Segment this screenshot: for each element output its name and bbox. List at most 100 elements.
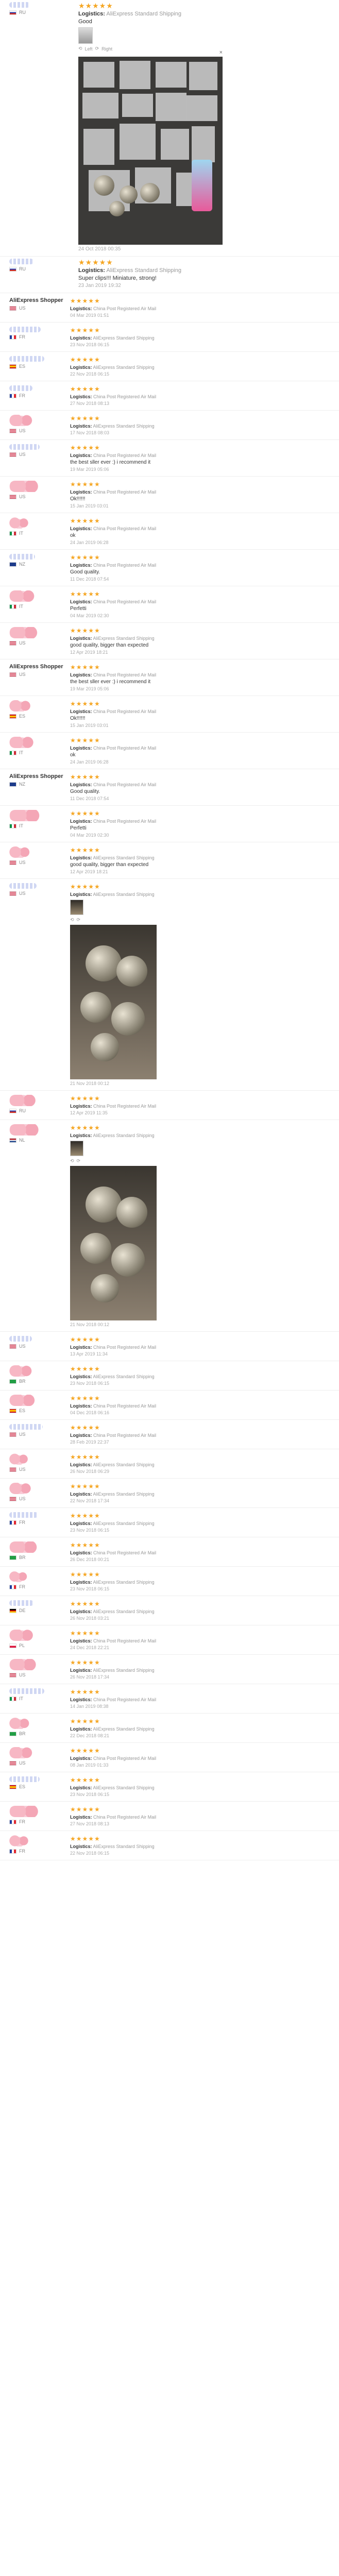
buyer-avatar-blurred [9,810,45,821]
rotate-left-icon[interactable]: ⟲ [78,46,82,52]
logistics-label: Logistics: [70,335,92,341]
jewelry-bag [156,62,187,88]
logistics-label: Logistics: [70,892,92,897]
logistics-label: Logistics: [70,365,92,370]
logistics-line: Logistics: AliExpress Standard Shipping [70,636,327,641]
country-code: US [19,1672,26,1677]
review-photo[interactable]: × [78,49,223,245]
star-rating: ★★★★★ [70,846,100,854]
country-flag-icon [9,1672,16,1677]
logistics-label: Logistics: [70,745,92,751]
buyer-info: FR [9,1571,70,1591]
review-content: ★★★★★ Logistics: China Post Registered Ai… [70,1336,339,1357]
logistics-value: AliExpress Standard Shipping [92,1521,155,1526]
country-flag-icon [9,1819,16,1824]
country-flag-icon [9,562,16,567]
logistics-value: China Post Registered Air Mail [92,1756,157,1761]
star-rating: ★★★★★ [70,1806,100,1813]
review-content: ★★★★★ Logistics: AliExpress Standard Ship… [70,1718,339,1738]
country-code: RU [19,266,26,272]
country-line: US [9,1467,70,1472]
country-flag-icon [9,266,16,272]
buyer-avatar-blurred [9,1095,40,1106]
country-flag-icon [9,1408,16,1413]
rotate-left-label[interactable]: Left [85,46,93,52]
country-code: US [19,891,26,896]
buyer-info: IT [9,737,70,765]
country-code: IT [19,750,23,755]
rotate-right-icon[interactable]: ⟳ [77,917,81,923]
logistics-label: Logistics: [70,1609,92,1614]
star-rating: ★★★★★ [70,554,100,561]
review-item: ES ★★★★★ Logistics: China Post Registered … [0,1391,339,1420]
review-date: 08 Jan 2019 01:33 [70,1762,109,1768]
buyer-info: BR [9,1541,70,1562]
buyer-avatar-blurred [9,1806,43,1817]
star-rating: ★★★★★ [70,1424,100,1431]
country-flag-icon [9,10,16,15]
review-date: 04 Mar 2019 02:30 [70,833,109,838]
review-item: BR ★★★★★ Logistics: AliExpress Standard Sh… [0,1714,339,1743]
logistics-label: Logistics: [70,1433,92,1438]
logistics-value: AliExpress Standard Shipping [92,1668,155,1673]
photo-thumbnail[interactable] [78,27,93,44]
coin-pendant [91,1274,119,1302]
photo-thumbnail[interactable] [70,900,83,915]
review-item: BR ★★★★★ Logistics: China Post Registered … [0,1537,339,1567]
logistics-label: Logistics: [70,1521,92,1526]
buyer-info: FR [9,385,70,406]
country-flag-icon [9,714,16,719]
logistics-line: Logistics: AliExpress Standard Shipping [70,1374,327,1379]
buyer-name: AliExpress Shopper [9,664,63,670]
logistics-label: Logistics: [70,1550,92,1555]
review-date: 23 Nov 2018 06:15 [70,1792,110,1797]
coin-pendant [86,945,122,981]
star-rating: ★★★★★ [78,258,113,266]
review-content: ★★★★★ Logistics: AliExpress Standard Ship… [70,1776,339,1797]
jewelry-bag [187,95,217,121]
close-icon[interactable]: × [219,49,223,56]
review-photo[interactable] [70,925,157,1079]
rotate-left-icon[interactable]: ⟲ [70,917,74,923]
star-rating: ★★★★★ [70,1571,100,1578]
country-code: FR [19,1584,25,1589]
review-item: BR ★★★★★ Logistics: AliExpress Standard Sh… [0,1361,339,1391]
logistics-line: Logistics: China Post Registered Air Mai… [70,1403,327,1409]
coin-pendant [80,992,111,1023]
rotate-right-icon[interactable]: ⟳ [77,1158,81,1164]
review-date: 12 Apr 2019 11:35 [70,1110,108,1115]
buyer-avatar-blurred [9,1747,36,1758]
buyer-avatar-blurred [9,1365,36,1377]
review-photo[interactable] [70,1166,157,1320]
country-code: FR [19,1819,25,1824]
review-content: ★★★★★ Logistics: China Post Registered Ai… [70,810,339,838]
logistics-line: Logistics: AliExpress Standard Shipping [70,1521,327,1526]
country-code: US [19,494,26,499]
country-code: US [19,1760,26,1766]
country-line: FR [9,1849,70,1854]
review-item: FR ★★★★★ Logistics: AliExpress Standard Sh… [0,1567,339,1596]
rotate-left-icon[interactable]: ⟲ [70,1158,74,1164]
star-rating: ★★★★★ [70,1453,100,1461]
logistics-line: Logistics: China Post Registered Air Mai… [70,526,327,531]
country-code: US [19,452,26,457]
review-content: ★★★★★ Logistics: AliExpress Standard Ship… [78,2,339,252]
logistics-line: Logistics: China Post Registered Air Mai… [70,1815,327,1820]
review-content: ★★★★★ Logistics: AliExpress Standard Ship… [70,1453,339,1474]
review-item: IT ★★★★★ Logistics: China Post Registered … [0,1684,339,1714]
logistics-line: Logistics: China Post Registered Air Mai… [70,672,327,677]
logistics-value: China Post Registered Air Mail [92,394,157,399]
logistics-line: Logistics: China Post Registered Air Mai… [70,306,327,311]
buyer-info: FR [9,327,70,347]
country-line: FR [9,334,70,340]
country-code: FR [19,1520,25,1525]
star-rating: ★★★★★ [70,664,100,671]
logistics-label: Logistics: [70,1668,92,1673]
country-line: ES [9,714,70,719]
country-line: US [9,640,70,646]
country-flag-icon [9,640,16,646]
photo-thumbnail[interactable] [70,1141,83,1156]
country-code: US [19,672,26,677]
rotate-right-icon[interactable]: ⟳ [95,46,99,52]
rotate-right-label[interactable]: Right [101,46,112,52]
